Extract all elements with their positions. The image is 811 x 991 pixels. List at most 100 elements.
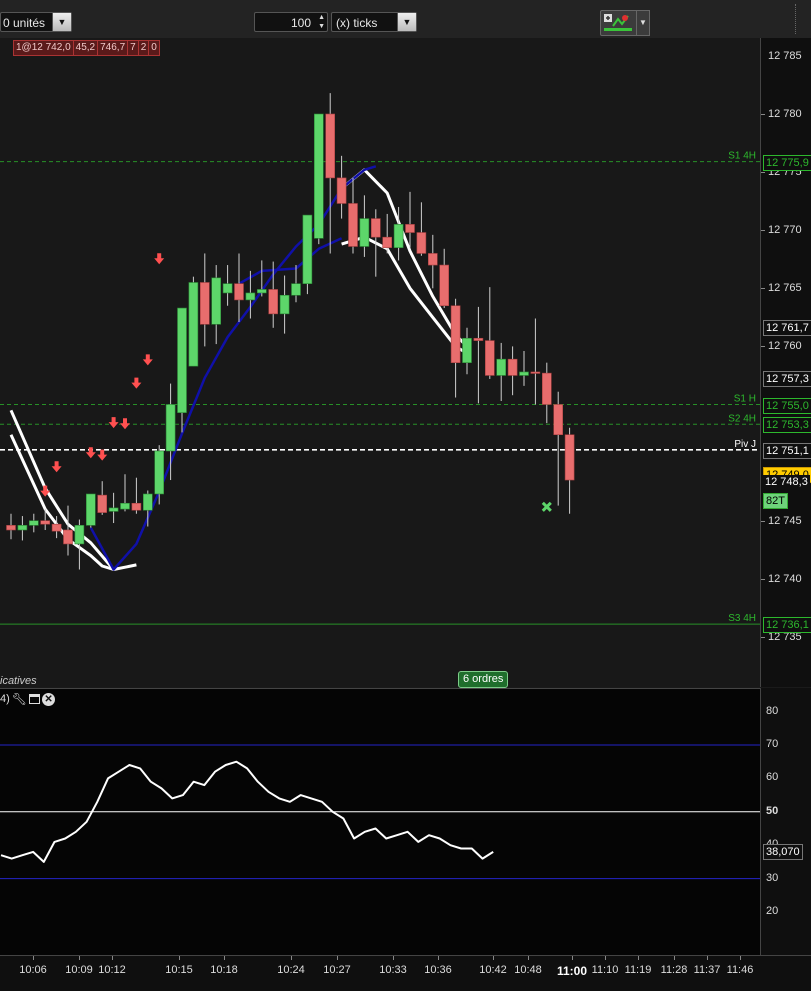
price-tick <box>761 114 765 115</box>
bearish-candle <box>6 525 16 531</box>
time-tick <box>674 956 675 960</box>
mid-price-tag: 12 757,3 <box>763 370 811 387</box>
units-select[interactable]: 0 unités ▼ <box>0 12 72 32</box>
chevron-down-icon[interactable]: ▼ <box>52 13 71 31</box>
price-tick-label: 12 770 <box>768 224 802 237</box>
time-tick-label: 10:27 <box>323 964 351 976</box>
bullish-candle <box>359 218 370 247</box>
bullish-candle <box>28 520 39 526</box>
price-tick-label: 12 780 <box>768 108 802 120</box>
indicator-header: 4) 🔧︎ ✕ <box>0 692 56 706</box>
bullish-candle <box>120 502 130 510</box>
price-chart-canvas[interactable]: S1 4H S1 H S2 4H Piv J S3 4H <box>0 38 760 687</box>
bearish-candle <box>40 520 51 525</box>
chart-tools-dropdown[interactable]: ▼ <box>636 10 650 36</box>
spinner-icon[interactable]: ▲ ▼ <box>318 13 325 31</box>
price-tick-label: 12 740 <box>768 572 802 585</box>
bearish-candle <box>63 529 73 545</box>
pivot-price-tag: 12 751,1 <box>763 442 811 459</box>
bullish-candle <box>496 358 507 376</box>
indicator-label: 4) <box>0 693 10 705</box>
price-tick-label: 12 760 <box>768 340 802 353</box>
bearish-candle <box>484 340 495 376</box>
bearish-candle <box>416 232 427 254</box>
indicator-tick-label: 80 <box>766 704 779 717</box>
bearish-candle <box>473 337 484 341</box>
price-axis[interactable]: 12 780 12 775 12 770 12 765 12 760 12 745 12 7… <box>760 38 811 687</box>
ticks-unit-value: (x) ticks <box>336 16 378 30</box>
time-axis[interactable]: 10:06 10:09 10:12 10:15 10:18 10:24 10:27 10:33… <box>0 955 811 991</box>
bullish-candle <box>154 450 164 495</box>
indicator-panel[interactable]: 4) 🔧︎ ✕ <box>0 688 760 956</box>
level-label: S1 H <box>734 394 756 405</box>
window-icon[interactable] <box>29 694 41 704</box>
indicator-canvas[interactable] <box>0 689 760 956</box>
price-tick <box>761 636 765 638</box>
time-tick <box>393 956 394 960</box>
indicator-tick-label: 30 <box>766 871 779 884</box>
chart-tools-button[interactable] <box>600 10 638 36</box>
bullish-candle <box>393 224 404 248</box>
bearish-candle <box>553 404 564 436</box>
price-tick-label: 12 765 <box>768 282 802 295</box>
time-tick-label: 10:06 <box>19 964 47 976</box>
time-tick <box>79 956 80 960</box>
units-value: 0 unités <box>3 16 46 30</box>
price-tick <box>761 578 765 580</box>
ticks-amount-value: 100 <box>290 16 311 30</box>
bearish-candle <box>97 494 107 513</box>
ticks-amount-field[interactable]: 100 ▲ ▼ <box>254 12 328 32</box>
bullish-candle <box>302 214 313 284</box>
bullish-candle <box>86 493 96 526</box>
chevron-down-icon[interactable]: ▼ <box>397 13 416 31</box>
orders-button[interactable]: 6 ordres <box>458 671 509 688</box>
time-tick <box>572 956 573 960</box>
price-chart[interactable]: S1 4H S1 H S2 4H Piv J S3 4H 1@12 742,0 45,2… <box>0 38 760 688</box>
sell-arrow-icon <box>154 253 165 265</box>
indicator-axis: 8070605040302038,070 <box>760 688 811 955</box>
time-tick <box>528 956 529 960</box>
wrench-icon[interactable]: 🔧︎ <box>12 692 27 706</box>
bullish-candle <box>279 294 290 315</box>
price-tick <box>761 230 765 232</box>
time-tick <box>605 956 606 960</box>
bullish-candle <box>177 307 187 413</box>
order-ticket-zero: 0 <box>151 42 157 53</box>
moving-average-white <box>340 168 469 348</box>
price-tick <box>761 346 765 348</box>
bearish-candle <box>405 224 415 233</box>
order-ticket[interactable]: 1@12 742,0 45,2 746,7 7 2 0 <box>13 40 160 56</box>
bearish-candle <box>564 434 575 481</box>
bullish-candle <box>211 277 221 325</box>
price-tick <box>761 172 765 174</box>
time-tick-label: 11:00 <box>556 964 588 978</box>
close-icon[interactable]: ✕ <box>42 692 56 706</box>
tick-count-badge: 82T <box>763 493 788 509</box>
indicator-current-tag: 38,070 <box>763 843 803 860</box>
bullish-candle <box>462 337 472 363</box>
bearish-candle <box>427 253 438 266</box>
sell-arrow-icon <box>85 447 96 459</box>
level-label: S2 4H <box>728 413 756 424</box>
time-tick-label: 10:42 <box>479 964 507 976</box>
order-ticket-ask: 746,7 <box>98 41 129 55</box>
bearish-candle <box>541 372 552 405</box>
bearish-candle <box>234 283 244 301</box>
time-tick <box>291 956 292 960</box>
time-tick <box>337 956 338 960</box>
sell-arrow-icon <box>120 418 130 430</box>
time-tick <box>112 956 113 960</box>
bearish-candle <box>450 305 461 363</box>
indicator-tick-label: 20 <box>766 905 779 917</box>
bearish-candle <box>336 177 347 204</box>
bullish-candle <box>222 283 233 294</box>
ticks-unit-select[interactable]: (x) ticks ▼ <box>331 12 417 32</box>
level-price-tag: 12 755,0 <box>763 397 811 414</box>
bearish-candle <box>439 264 450 307</box>
bearish-candle <box>530 371 541 374</box>
bullish-candle <box>17 525 28 531</box>
indicator-tick-label: 60 <box>766 771 779 784</box>
bullish-candle <box>291 283 301 296</box>
bullish-candle <box>245 292 256 301</box>
time-tick <box>638 956 639 960</box>
